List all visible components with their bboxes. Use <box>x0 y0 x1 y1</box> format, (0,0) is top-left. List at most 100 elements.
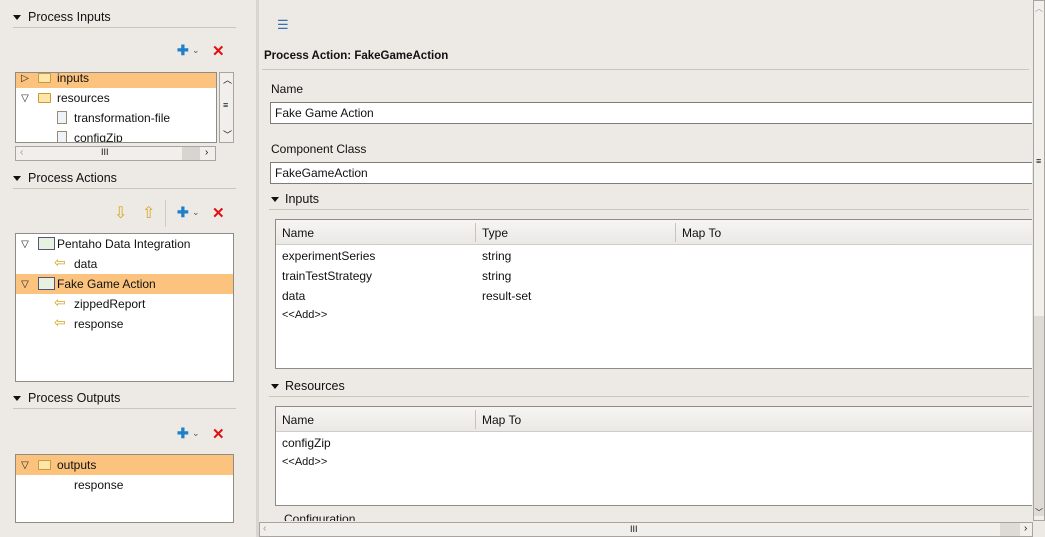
cell-type: string <box>482 249 512 263</box>
cell-name: trainTestStrategy <box>282 269 373 283</box>
toolbar-separator <box>165 200 166 227</box>
page-title: Process Action: FakeGameAction <box>264 50 449 62</box>
output-arrow-icon: ⇦ <box>54 254 66 270</box>
resources-section-header[interactable]: Resources <box>271 379 345 393</box>
action-icon <box>38 237 55 250</box>
collapse-icon <box>271 383 279 389</box>
name-label: Name <box>271 82 304 96</box>
cell-type: result-set <box>482 289 532 303</box>
file-icon <box>57 111 67 124</box>
tree-item-response[interactable]: ⇦ response <box>16 314 233 334</box>
move-up-button[interactable]: ⇧ <box>142 203 155 223</box>
section-title: Process Inputs <box>28 10 111 24</box>
tree-item-zippedreport[interactable]: ⇦ zippedReport <box>16 294 233 314</box>
tree-item-response[interactable]: response <box>16 475 233 495</box>
outputs-tree[interactable]: ▽ outputs response <box>15 454 234 523</box>
section-title: Configuration <box>284 513 356 521</box>
component-class-label: Component Class <box>271 142 367 156</box>
inputs-section-header[interactable]: Inputs <box>271 192 319 206</box>
column-header-map-to[interactable]: Map To <box>482 413 521 427</box>
folder-icon <box>38 93 51 103</box>
output-arrow-icon: ⇦ <box>54 294 66 310</box>
tree-label: outputs <box>57 458 97 472</box>
tree-item-inputs[interactable]: ▷ inputs <box>16 72 216 88</box>
configuration-section-header[interactable]: Configuration <box>284 513 355 521</box>
column-header-name[interactable]: Name <box>282 413 314 427</box>
divider <box>269 209 1029 210</box>
folder-icon <box>38 73 51 83</box>
sort-list-icon[interactable]: ☰ <box>277 17 289 33</box>
tree-item-transformation-file[interactable]: transformation-file <box>16 108 216 128</box>
process-outputs-header[interactable]: Process Outputs <box>13 391 120 405</box>
inputs-table[interactable]: Name Type Map To experimentSeries string … <box>275 219 1032 369</box>
chevron-down-icon[interactable]: ⌄ <box>192 45 200 56</box>
collapse-icon <box>13 175 21 181</box>
column-header-map-to[interactable]: Map To <box>682 226 721 240</box>
move-down-button[interactable]: ⇩ <box>114 203 127 223</box>
component-class-value: FakeGameAction <box>275 166 368 180</box>
component-class-input[interactable]: FakeGameAction <box>270 162 1032 184</box>
process-actions-header[interactable]: Process Actions <box>13 171 117 185</box>
tree-item-resources[interactable]: ▽ resources <box>16 88 216 108</box>
cell-name: experimentSeries <box>282 249 376 263</box>
cell-name: configZip <box>282 436 331 450</box>
output-arrow-icon: ⇦ <box>54 314 66 330</box>
delete-action-button[interactable]: ✕ <box>212 204 225 222</box>
add-resource-row[interactable]: <<Add>> <box>282 456 327 468</box>
chevron-down-icon[interactable]: ⌄ <box>192 428 200 439</box>
name-value: Fake Game Action <box>275 106 374 120</box>
delete-input-button[interactable]: ✕ <box>212 42 225 60</box>
tree-label: configZip <box>74 131 123 143</box>
section-title: Process Actions <box>28 171 117 185</box>
tree-item-configzip[interactable]: configZip <box>16 128 216 143</box>
tree-label: response <box>74 317 124 331</box>
table-header: Name Type Map To <box>276 220 1032 245</box>
inputs-vertical-scrollbar[interactable]: ︿ ≡ ﹀ <box>219 72 234 143</box>
tree-label: transformation-file <box>74 111 171 125</box>
cell-type: string <box>482 269 512 283</box>
main-horizontal-scrollbar[interactable]: ‹ III › <box>259 522 1033 537</box>
add-input-row[interactable]: <<Add>> <box>282 309 327 321</box>
collapse-icon <box>13 14 21 20</box>
divider <box>13 188 236 189</box>
delete-output-button[interactable]: ✕ <box>212 425 225 443</box>
tree-item-fake-game-action[interactable]: ▽ Fake Game Action <box>16 274 233 294</box>
tree-label: zippedReport <box>74 297 146 311</box>
inputs-horizontal-scrollbar[interactable]: ‹ III › <box>15 146 216 161</box>
tree-item-outputs[interactable]: ▽ outputs <box>16 455 233 475</box>
divider <box>262 69 1029 70</box>
section-title: Process Outputs <box>28 391 121 405</box>
section-title: Inputs <box>285 192 320 206</box>
resources-table[interactable]: Name Map To configZip <<Add>> <box>275 406 1032 506</box>
folder-icon <box>38 460 51 470</box>
process-inputs-header[interactable]: Process Inputs <box>13 10 111 24</box>
tree-item-pentaho-data-integration[interactable]: ▽ Pentaho Data Integration <box>16 234 233 254</box>
action-icon <box>38 277 55 290</box>
tree-label: response <box>74 478 124 492</box>
chevron-down-icon[interactable]: ⌄ <box>192 207 200 218</box>
divider <box>269 396 1029 397</box>
collapse-icon <box>13 395 21 401</box>
file-icon <box>57 131 67 142</box>
column-header-type[interactable]: Type <box>482 226 508 240</box>
inputs-tree[interactable]: ▷ inputs ▽ resources transformation-file c… <box>15 72 217 143</box>
table-header: Name Map To <box>276 407 1032 432</box>
add-output-button[interactable]: ✚ <box>177 425 189 442</box>
tree-label: data <box>74 257 98 271</box>
tree-label: resources <box>57 91 110 105</box>
divider <box>13 408 236 409</box>
tree-item-data[interactable]: ⇦ data <box>16 254 233 274</box>
panel-sash[interactable] <box>256 0 259 537</box>
main-vertical-scrollbar[interactable]: ︿ ≡ ﹀ <box>1033 0 1045 521</box>
column-header-name[interactable]: Name <box>282 226 314 240</box>
add-input-button[interactable]: ✚ <box>177 42 189 59</box>
collapse-icon <box>271 196 279 202</box>
tree-label: Pentaho Data Integration <box>57 237 191 251</box>
divider <box>13 27 236 28</box>
name-input[interactable]: Fake Game Action <box>270 102 1032 124</box>
add-action-button[interactable]: ✚ <box>177 204 189 221</box>
tree-label: inputs <box>57 72 90 85</box>
section-title: Resources <box>285 379 345 393</box>
tree-label: Fake Game Action <box>57 277 156 291</box>
actions-tree[interactable]: ▽ Pentaho Data Integration ⇦ data ▽ Fake Ga… <box>15 233 234 382</box>
